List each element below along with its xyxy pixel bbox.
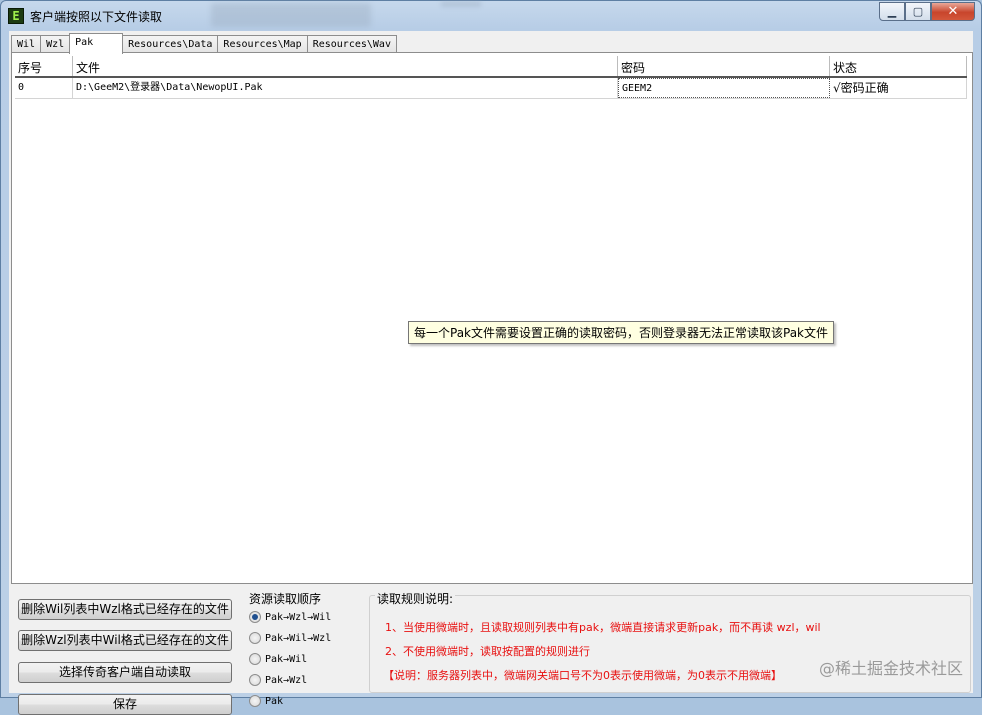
grid-header: 序号 文件 密码 状态 <box>15 56 967 78</box>
maximize-icon: ▢ <box>912 5 924 18</box>
column-header-password[interactable]: 密码 <box>618 56 830 76</box>
tab-resources-wav[interactable]: Resources\Wav <box>306 35 397 53</box>
minimize-button[interactable]: ▁ <box>879 2 905 21</box>
delete-wzl-duplicates-button[interactable]: 删除Wzl列表中Wil格式已经存在的文件 <box>18 630 232 651</box>
read-order-option[interactable]: Pak→Wil <box>249 653 307 665</box>
read-order-label: Pak→Wil→Wzl <box>265 632 332 644</box>
window-controls: ▁ ▢ ✕ <box>879 2 975 21</box>
title-bar[interactable]: E 客户端按照以下文件读取 ▁ ▢ ✕ <box>1 1 981 31</box>
read-order-option[interactable]: Pak→Wil→Wzl <box>249 632 331 644</box>
pak-tab-panel: 序号 文件 密码 状态 0 D:\GeeM2\登录器\Data\NewopUI.… <box>11 52 973 584</box>
radio-button[interactable] <box>249 695 261 707</box>
cell-password[interactable]: GEEM2 <box>618 78 830 98</box>
tab-resources-map[interactable]: Resources\Map <box>217 35 308 53</box>
close-icon: ✕ <box>947 4 959 19</box>
tab-resources-data[interactable]: Resources\Data <box>122 35 219 53</box>
column-header-status[interactable]: 状态 <box>830 56 967 76</box>
read-order-option[interactable]: Pak→Wzl <box>249 674 307 686</box>
read-order-option[interactable]: Pak→Wzl→Wil <box>249 611 331 623</box>
pak-file-grid[interactable]: 序号 文件 密码 状态 0 D:\GeeM2\登录器\Data\NewopUI.… <box>15 56 967 99</box>
blurred-background-region <box>211 3 371 27</box>
blurred-background-region-small <box>441 1 481 7</box>
close-button[interactable]: ✕ <box>931 2 975 21</box>
rule-line-3: 【说明：服务器列表中，微端网关端口号不为0表示使用微端，为0表示不用微端】 <box>383 669 782 682</box>
radio-button[interactable] <box>249 632 261 644</box>
client-area: Wil Wzl Pak Resources\Data Resources\Map… <box>9 31 973 715</box>
cell-status[interactable]: √密码正确 <box>830 78 967 98</box>
app-e-icon: E <box>8 8 24 24</box>
rules-title: 读取规则说明: <box>375 590 456 607</box>
rule-line-2: 2、不使用微端时，读取按配置的规则进行 <box>385 645 590 658</box>
delete-wil-duplicates-button[interactable]: 删除Wil列表中Wzl格式已经存在的文件 <box>18 599 232 620</box>
radio-button[interactable] <box>249 674 261 686</box>
minimize-icon: ▁ <box>887 5 897 18</box>
radio-button-selected[interactable] <box>249 611 261 623</box>
password-tooltip: 每一个Pak文件需要设置正确的读取密码，否则登录器无法正常读取该Pak文件 <box>408 321 835 344</box>
read-order-label: Pak→Wzl <box>265 674 308 686</box>
rule-line-1: 1、当使用微端时，且读取规则列表中有pak，微端直接请求更新pak，而不再读 w… <box>385 621 821 634</box>
cell-index[interactable]: 0 <box>15 78 73 98</box>
window-title: 客户端按照以下文件读取 <box>30 10 163 24</box>
radio-button[interactable] <box>249 653 261 665</box>
tab-strip: Wil Wzl Pak Resources\Data Resources\Map… <box>11 33 397 54</box>
main-window: E 客户端按照以下文件读取 ▁ ▢ ✕ Wil Wzl Pak Resource… <box>0 0 982 715</box>
read-order-title: 资源读取顺序 <box>249 592 322 606</box>
read-order-label: Pak→Wil <box>265 653 308 665</box>
read-order-option[interactable]: Pak <box>249 695 283 707</box>
maximize-button[interactable]: ▢ <box>905 2 931 21</box>
column-header-file[interactable]: 文件 <box>73 56 618 76</box>
choose-client-button[interactable]: 选择传奇客户端自动读取 <box>18 662 232 683</box>
save-button[interactable]: 保存 <box>18 694 232 715</box>
cell-file[interactable]: D:\GeeM2\登录器\Data\NewopUI.Pak <box>73 78 618 98</box>
column-header-index[interactable]: 序号 <box>15 56 73 76</box>
watermark-text: @稀土掘金技术社区 <box>818 659 963 678</box>
read-order-label: Pak <box>265 695 284 707</box>
tab-wzl[interactable]: Wzl <box>40 35 71 53</box>
table-row[interactable]: 0 D:\GeeM2\登录器\Data\NewopUI.Pak GEEM2 √密… <box>15 78 967 99</box>
tab-pak[interactable]: Pak <box>69 33 124 54</box>
tab-wil[interactable]: Wil <box>11 35 42 53</box>
read-order-label: Pak→Wzl→Wil <box>265 611 332 623</box>
